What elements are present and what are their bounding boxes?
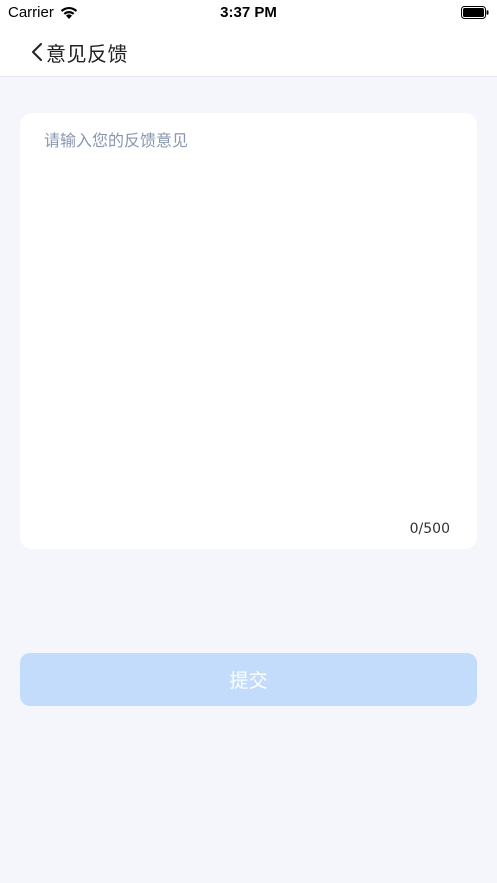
feedback-screen: Carrier 3:37 PM 意见反馈 0/500 — [0, 0, 497, 883]
feedback-card: 0/500 — [20, 113, 477, 549]
status-bar: Carrier 3:37 PM — [0, 0, 497, 26]
char-counter: 0/500 — [409, 521, 450, 537]
header: Carrier 3:37 PM 意见反馈 — [0, 0, 497, 77]
submit-button[interactable]: 提交 — [20, 653, 477, 706]
status-time: 3:37 PM — [220, 4, 277, 21]
chevron-left-icon — [32, 43, 42, 61]
back-button[interactable]: 意见反馈 — [30, 37, 128, 67]
battery-icon — [461, 6, 489, 19]
page-title: 意见反馈 — [46, 41, 128, 66]
feedback-textarea[interactable] — [44, 127, 454, 507]
nav-bar: 意见反馈 — [0, 26, 497, 77]
